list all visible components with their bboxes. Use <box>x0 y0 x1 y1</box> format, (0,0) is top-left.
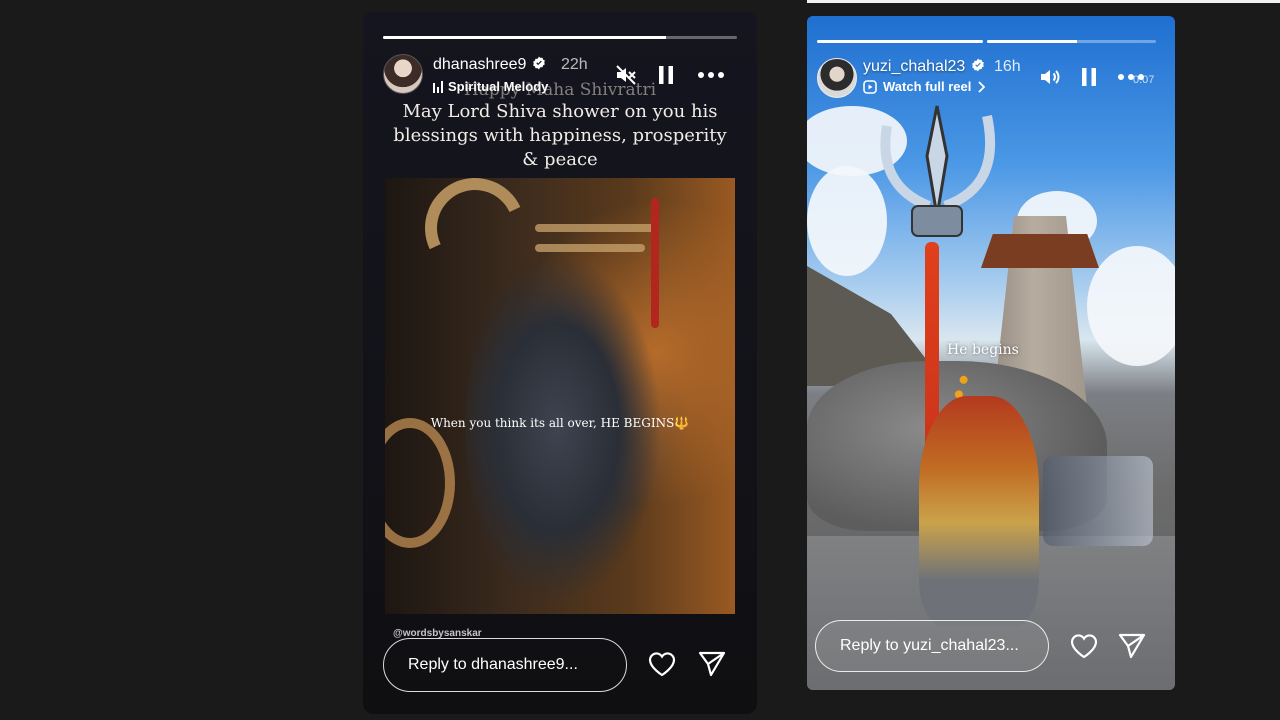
more-options-icon <box>698 72 724 78</box>
story-timestamp: 16h <box>994 58 1021 75</box>
reel-icon <box>863 79 877 94</box>
reply-placeholder: Reply to dhanashree9... <box>408 656 578 673</box>
heart-icon <box>1070 634 1098 659</box>
send-icon <box>698 651 726 677</box>
like-button[interactable] <box>1069 632 1099 660</box>
send-icon <box>1118 633 1146 659</box>
earring-shape <box>385 418 455 548</box>
volume-button[interactable] <box>1037 64 1063 90</box>
story-progress-bar <box>817 40 983 43</box>
video-duration: 0:07 <box>1133 74 1155 86</box>
tilak-mark <box>651 198 659 328</box>
like-button[interactable] <box>647 650 677 678</box>
story-progress-bar <box>987 40 1156 43</box>
tripundra-stripe <box>535 224 655 232</box>
overlay-text: He begins <box>947 342 1019 358</box>
greeting-text: May Lord Shiva shower on you his blessin… <box>393 101 727 170</box>
reply-input[interactable]: Reply to yuzi_chahal23... <box>815 620 1049 672</box>
speaker-icon <box>1041 70 1060 84</box>
send-button[interactable] <box>697 650 727 678</box>
story-progress-fill <box>987 40 1077 43</box>
heart-icon <box>648 652 676 677</box>
artwork-caption-text: When you think its all over, HE BEGINS <box>430 416 675 430</box>
story-progress-fill <box>383 36 667 39</box>
sadhu-figure-shape <box>919 396 1039 626</box>
trishul-icon: 🔱 <box>674 416 690 430</box>
watch-full-reel-link[interactable]: Watch full reel <box>863 79 986 94</box>
avatar[interactable] <box>817 58 857 98</box>
people-shape <box>1043 456 1153 546</box>
story-username[interactable]: dhanashree9 <box>433 56 546 74</box>
artwork-caption: When you think its all over, HE BEGINS🔱 <box>385 416 735 430</box>
chevron-right-icon <box>978 80 986 93</box>
username-text[interactable]: yuzi_chahal23 <box>863 58 965 75</box>
story-progress-bar <box>383 36 737 39</box>
shiva-artwork: When you think its all over, HE BEGINS🔱 <box>385 178 735 614</box>
verified-badge-icon <box>533 56 546 70</box>
story-viewer-yuzi-chahal23: yuzi_chahal23 16h Watch full reel 0:07 H… <box>807 16 1175 690</box>
username-text[interactable]: dhanashree9 <box>433 56 526 73</box>
cloud-shape <box>1087 246 1175 366</box>
greeting-faded-text: Happy Maha Shivratri <box>463 80 657 100</box>
tripundra-stripe <box>535 244 645 252</box>
pause-icon <box>1082 68 1096 86</box>
pause-button[interactable] <box>1078 64 1100 90</box>
reply-input[interactable]: Reply to dhanashree9... <box>383 638 627 692</box>
story-username[interactable]: yuzi_chahal23 <box>863 58 985 76</box>
story-viewer-dhanashree9: dhanashree9 22h Spiritual Melody Happy M… <box>363 12 757 714</box>
page-top-strip <box>807 0 1280 3</box>
story-progress-fill <box>817 40 983 43</box>
watch-full-reel-label[interactable]: Watch full reel <box>883 79 971 94</box>
story-timestamp: 22h <box>561 56 588 73</box>
send-button[interactable] <box>1117 632 1147 660</box>
reply-placeholder: Reply to yuzi_chahal23... <box>840 637 1019 654</box>
trishul-icon <box>880 105 995 237</box>
verified-badge-icon <box>972 58 985 72</box>
